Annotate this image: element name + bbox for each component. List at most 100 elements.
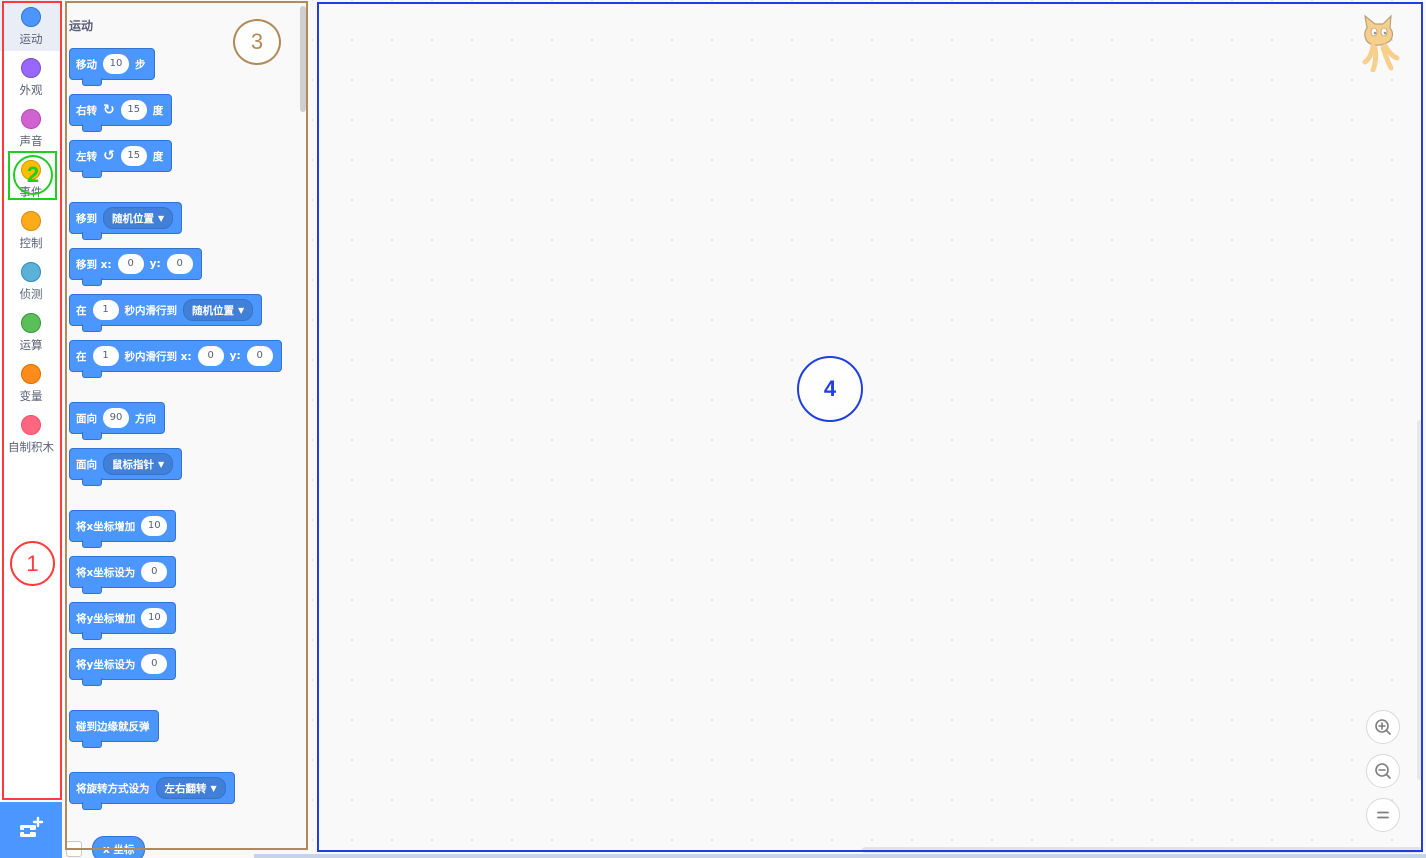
category-operators[interactable]: 运算 <box>0 306 62 357</box>
turn-left-block[interactable]: 左转 ↺ 15 度 <box>69 140 173 178</box>
category-my-blocks[interactable]: 自制积木 <box>0 408 62 459</box>
palette-category-title: 运动 <box>69 19 94 33</box>
point-in-direction-block[interactable]: 面向 90 方向 <box>69 402 165 440</box>
category-looks[interactable]: 外观 <box>0 51 62 102</box>
degrees-input[interactable]: 15 <box>120 146 147 166</box>
y-label: y: <box>229 350 241 362</box>
steps-input[interactable]: 10 <box>103 54 129 74</box>
block-palette: 运动 移动 10 步 右转 ↻ 15 度 左转 ↺ 15 度 移到 随机位置 ▼… <box>62 0 312 858</box>
degrees-input[interactable]: 15 <box>120 100 147 120</box>
set-rotation-style-block[interactable]: 将旋转方式设为 左右翻转 ▼ <box>69 772 235 810</box>
x-input[interactable]: 0 <box>117 254 144 274</box>
zoom-reset-button[interactable] <box>1366 798 1400 832</box>
block-label: 将x坐标设为 <box>76 566 136 579</box>
sensing-color-dot <box>21 262 41 282</box>
x-input[interactable]: 0 <box>197 346 224 366</box>
control-color-dot <box>21 211 41 231</box>
category-label: 变量 <box>19 389 43 403</box>
rotation-style-dropdown[interactable]: 左右翻转 ▼ <box>155 777 226 799</box>
bounce-block[interactable]: 碰到边缘就反弹 <box>69 710 159 748</box>
sound-color-dot <box>21 109 41 129</box>
block-label: 移到 x: <box>76 258 112 271</box>
category-events[interactable]: 事件 <box>0 153 62 204</box>
script-workspace[interactable] <box>312 0 1426 858</box>
category-label: 运动 <box>19 32 43 46</box>
block-label: 将旋转方式设为 <box>76 782 150 795</box>
category-sound[interactable]: 声音 <box>0 102 62 153</box>
zoom-out-button[interactable] <box>1366 754 1400 788</box>
zoom-out-icon <box>1375 763 1391 779</box>
category-control[interactable]: 控制 <box>0 204 62 255</box>
value-input[interactable]: 10 <box>141 608 168 628</box>
block-label: 将y坐标设为 <box>76 658 136 671</box>
block-label: 将y坐标增加 <box>76 612 136 625</box>
block-unit: 步 <box>135 58 146 71</box>
target-dropdown[interactable]: 随机位置 ▼ <box>183 299 254 321</box>
change-y-block[interactable]: 将y坐标增加 10 <box>69 602 177 640</box>
glide-to-block[interactable]: 在 1 秒内滑行到 随机位置 ▼ <box>69 294 263 332</box>
target-dropdown[interactable]: 鼠标指针 ▼ <box>103 453 174 475</box>
change-x-block[interactable]: 将x坐标增加 10 <box>69 510 177 548</box>
category-motion[interactable]: 运动 <box>0 0 62 51</box>
seconds-input[interactable]: 1 <box>92 300 119 320</box>
category-label: 运算 <box>19 338 43 352</box>
chevron-down-icon: ▼ <box>210 783 217 793</box>
block-label: 秒内滑行到 <box>124 304 178 317</box>
block-unit: 度 <box>152 104 164 117</box>
block-label: 将x坐标增加 <box>76 520 136 533</box>
motion-color-dot <box>21 7 41 27</box>
category-label: 侦测 <box>19 287 43 301</box>
cat-sprite-icon[interactable] <box>1357 14 1401 72</box>
show-variable-checkbox[interactable] <box>66 841 82 857</box>
direction-input[interactable]: 90 <box>103 408 129 428</box>
category-variables[interactable]: 变量 <box>0 357 62 408</box>
workspace-horizontal-scrollbar[interactable] <box>862 847 1422 853</box>
chevron-down-icon: ▼ <box>158 459 165 469</box>
category-label: 声音 <box>19 134 43 148</box>
goto-block[interactable]: 移到 随机位置 ▼ <box>69 202 183 240</box>
point-towards-block[interactable]: 面向 鼠标指针 ▼ <box>69 448 183 486</box>
my-blocks-color-dot <box>21 415 41 435</box>
block-label: 面向 <box>76 458 97 471</box>
zoom-in-icon <box>1375 719 1391 735</box>
category-sensing[interactable]: 侦测 <box>0 255 62 306</box>
target-dropdown[interactable]: 随机位置 ▼ <box>103 207 174 229</box>
set-y-block[interactable]: 将y坐标设为 0 <box>69 648 177 686</box>
palette-scrollbar[interactable] <box>300 6 306 112</box>
add-extension-icon <box>20 816 44 837</box>
category-label: 外观 <box>19 83 43 97</box>
chevron-down-icon: ▼ <box>158 213 165 223</box>
set-x-block[interactable]: 将x坐标设为 0 <box>69 556 177 594</box>
workspace-vertical-scrollbar[interactable] <box>1417 420 1422 780</box>
dropdown-value: 随机位置 <box>112 212 154 225</box>
block-label: 左转 <box>76 150 97 163</box>
value-input[interactable]: 0 <box>141 562 168 582</box>
block-prefix: 面向 <box>76 412 97 425</box>
seconds-input[interactable]: 1 <box>92 346 119 366</box>
block-label: 碰到边缘就反弹 <box>76 720 150 733</box>
y-label: y: <box>149 258 161 270</box>
value-input[interactable]: 0 <box>141 654 168 674</box>
chevron-down-icon: ▼ <box>238 305 245 315</box>
y-input[interactable]: 0 <box>246 346 273 366</box>
x-position-reporter[interactable]: x 坐标 <box>92 836 146 858</box>
move-steps-block[interactable]: 移动 10 步 <box>69 48 155 86</box>
zoom-in-button[interactable] <box>1366 710 1400 744</box>
block-label: 移到 <box>76 212 97 225</box>
bottom-edge-strip <box>254 854 1426 858</box>
block-label: 移动 <box>76 58 97 71</box>
turn-right-block[interactable]: 右转 ↻ 15 度 <box>69 94 173 132</box>
goto-xy-block[interactable]: 移到 x: 0 y: 0 <box>69 248 202 286</box>
rotate-counterclockwise-icon: ↺ <box>103 148 115 164</box>
category-label: 自制积木 <box>8 440 54 454</box>
zoom-reset-icon <box>1377 811 1389 819</box>
x-position-row: x 坐标 <box>66 836 146 858</box>
glide-xy-block[interactable]: 在 1 秒内滑行到 x: 0 y: 0 <box>69 340 282 378</box>
dropdown-value: 随机位置 <box>192 304 234 317</box>
category-label: 控制 <box>19 236 43 250</box>
block-label: 秒内滑行到 x: <box>124 350 192 363</box>
block-prefix: 在 <box>76 350 87 363</box>
y-input[interactable]: 0 <box>166 254 193 274</box>
add-extension-button[interactable] <box>0 802 62 858</box>
value-input[interactable]: 10 <box>141 516 168 536</box>
